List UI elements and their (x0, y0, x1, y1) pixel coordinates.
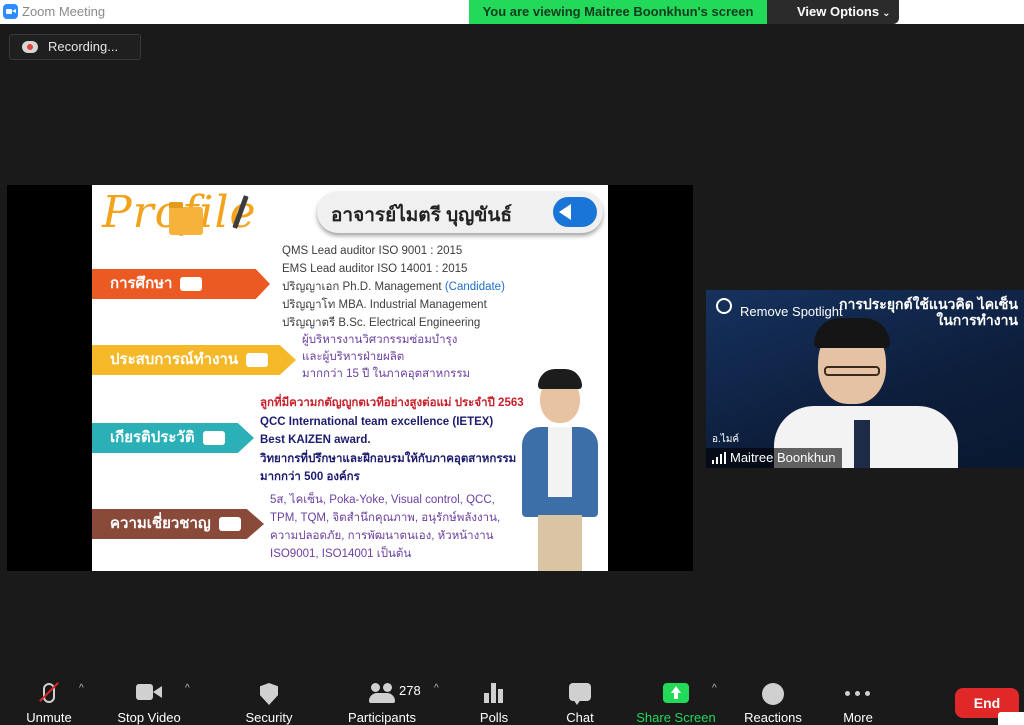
profile-slide: Profile อาจารย์ไมตรี บุญขันธ์ การศึกษา Q… (92, 185, 608, 571)
remove-spotlight-button[interactable]: Remove Spotlight (740, 304, 843, 319)
signal-strength-icon (712, 452, 726, 464)
zoom-meeting-window: Zoom Meeting You are viewing Maitree Boo… (0, 0, 1024, 725)
recording-label: Recording... (48, 39, 119, 54)
polls-icon (484, 683, 504, 703)
education-phd-text: ปริญญาเอก Ph.D. Management (282, 281, 442, 293)
folder-icon (169, 202, 203, 235)
more-button[interactable]: More (836, 669, 880, 725)
corner-indicator (998, 712, 1024, 725)
smiley-plus-icon (762, 683, 784, 705)
education-bar: การศึกษา (92, 269, 270, 299)
honors-line: มากกว่า 500 องค์กร (260, 471, 360, 483)
share-options-caret[interactable]: ^ (712, 683, 717, 694)
chat-button[interactable]: Chat (560, 669, 600, 725)
play-icon (202, 431, 225, 446)
honors-line: วิทยากรที่ปรึกษาและฝึกอบรมให้กับภาคอุตสา… (260, 452, 517, 465)
work-label: ประสบการณ์ทำงาน (110, 351, 239, 368)
audio-options-caret[interactable]: ^ (79, 683, 84, 694)
more-dots-icon (845, 691, 871, 697)
video-camera-icon (136, 683, 162, 701)
participants-button[interactable]: 278 Participants (342, 669, 422, 725)
viewing-banner: You are viewing Maitree Boonkhun's scree… (469, 0, 767, 24)
security-button[interactable]: Security (240, 669, 298, 725)
stop-video-label: Stop Video (117, 710, 181, 725)
shield-icon (260, 683, 278, 705)
spotlight-icon (716, 298, 732, 314)
education-lines: QMS Lead auditor ISO 9001 : 2015 EMS Lea… (282, 242, 505, 332)
bird-icon (246, 353, 269, 368)
education-line: ปริญญาตรี B.Sc. Electrical Engineering (282, 317, 481, 329)
expertise-line: ความปลอดภัย, การพัฒนาตนเอง, หัวหน้างาน (270, 530, 494, 542)
arrow-left-icon (553, 197, 597, 227)
polls-label: Polls (479, 710, 509, 725)
video-title-line: การประยุกต์ใช้แนวคิด ไคเซ็น (839, 296, 1018, 312)
honors-lines: ลูกที่มีความกตัญญูกตเวทีอย่างสูงต่อแม่ ป… (260, 394, 524, 487)
honors-line: QCC International team excellence (IETEX… (260, 415, 494, 428)
name-banner: อาจารย์ไมตรี บุญขันธ์ (317, 191, 603, 233)
honors-label: เกียรติประวัติ (110, 429, 195, 446)
chevron-down-icon: ⌄ (882, 8, 891, 19)
chat-bubble-icon (569, 683, 591, 705)
participants-options-caret[interactable]: ^ (434, 683, 439, 694)
work-line: และผู้บริหารฝ่ายผลิต (302, 351, 405, 363)
cloud-recording-icon (22, 41, 38, 53)
video-sub-name: อ.ไมค์ (712, 434, 740, 445)
honors-line: ลูกที่มีความกตัญญูกตเวทีอย่างสูงต่อแม่ ป… (260, 397, 524, 409)
education-line: QMS Lead auditor ISO 9001 : 2015 (282, 245, 463, 257)
participants-count: 278 (399, 683, 421, 698)
expertise-lines: 5ส, ไคเซ็น, Poka-Yoke, Visual control, Q… (270, 491, 500, 563)
view-options-label: View Options (797, 4, 880, 19)
chart-icon (218, 517, 241, 532)
expertise-line: ISO9001, ISO14001 เป็นต้น (270, 548, 412, 560)
work-line: มากกว่า 15 ปี ในภาคอุตสาหกรรม (302, 368, 471, 380)
unmute-label: Unmute (26, 710, 72, 725)
expertise-line: 5ส, ไคเซ็น, Poka-Yoke, Visual control, Q… (270, 494, 495, 506)
education-line: EMS Lead auditor ISO 14001 : 2015 (282, 263, 468, 275)
work-line: ผู้บริหารงานวิศวกรรมซ่อมบำรุง (302, 334, 458, 346)
honors-line: Best KAIZEN award. (260, 434, 371, 446)
education-label: การศึกษา (110, 275, 173, 292)
more-label: More (843, 710, 873, 725)
shared-screen: Profile อาจารย์ไมตรี บุญขันธ์ การศึกษา Q… (7, 185, 693, 571)
recording-indicator[interactable]: Recording... (9, 34, 141, 60)
participant-name: Maitree Boonkhun (730, 450, 836, 465)
honors-bar: เกียรติประวัติ (92, 423, 254, 453)
participant-name-tag: Maitree Boonkhun (706, 448, 842, 468)
security-label: Security (245, 710, 293, 725)
speaker-name: อาจารย์ไมตรี บุญขันธ์ (331, 205, 512, 226)
work-experience-bar: ประสบการณ์ทำงาน (92, 345, 296, 375)
spotlight-video[interactable]: การประยุกต์ใช้แนวคิด ไคเซ็น ในการทำงาน R… (706, 290, 1024, 468)
share-screen-label: Share Screen (636, 710, 716, 725)
zoom-logo-icon (3, 4, 18, 19)
book-icon (180, 277, 203, 292)
reactions-button[interactable]: Reactions (740, 669, 806, 725)
expertise-label: ความเชี่ยวชาญ (110, 515, 211, 532)
education-line: ปริญญาโท MBA. Industrial Management (282, 299, 487, 311)
reactions-label: Reactions (744, 710, 802, 725)
window-title: Zoom Meeting (22, 4, 106, 19)
share-screen-icon (663, 683, 689, 703)
expertise-line: TPM, TQM, จิตสำนึกคุณภาพ, อนุรักษ์พลังงา… (270, 512, 501, 524)
stop-video-button[interactable]: Stop Video (112, 669, 186, 725)
education-line-phd: ปริญญาเอก Ph.D. Management (Candidate) (282, 278, 505, 296)
video-options-caret[interactable]: ^ (185, 683, 190, 694)
participants-label: Participants (348, 710, 416, 725)
unmute-button[interactable]: Unmute (20, 669, 78, 725)
expertise-bar: ความเชี่ยวชาญ (92, 509, 264, 539)
polls-button[interactable]: Polls (474, 669, 514, 725)
presenter-photo (512, 365, 608, 571)
view-options-button[interactable]: View Options ⌄ (767, 0, 899, 24)
meeting-toolbar: Unmute ^ Stop Video ^ Security 278 Parti… (0, 669, 1024, 725)
chat-label: Chat (566, 710, 594, 725)
share-screen-button[interactable]: Share Screen (634, 669, 718, 725)
participants-icon (369, 683, 395, 703)
work-lines: ผู้บริหารงานวิศวกรรมซ่อมบำรุง และผู้บริห… (302, 332, 470, 383)
candidate-text: (Candidate) (444, 281, 505, 293)
